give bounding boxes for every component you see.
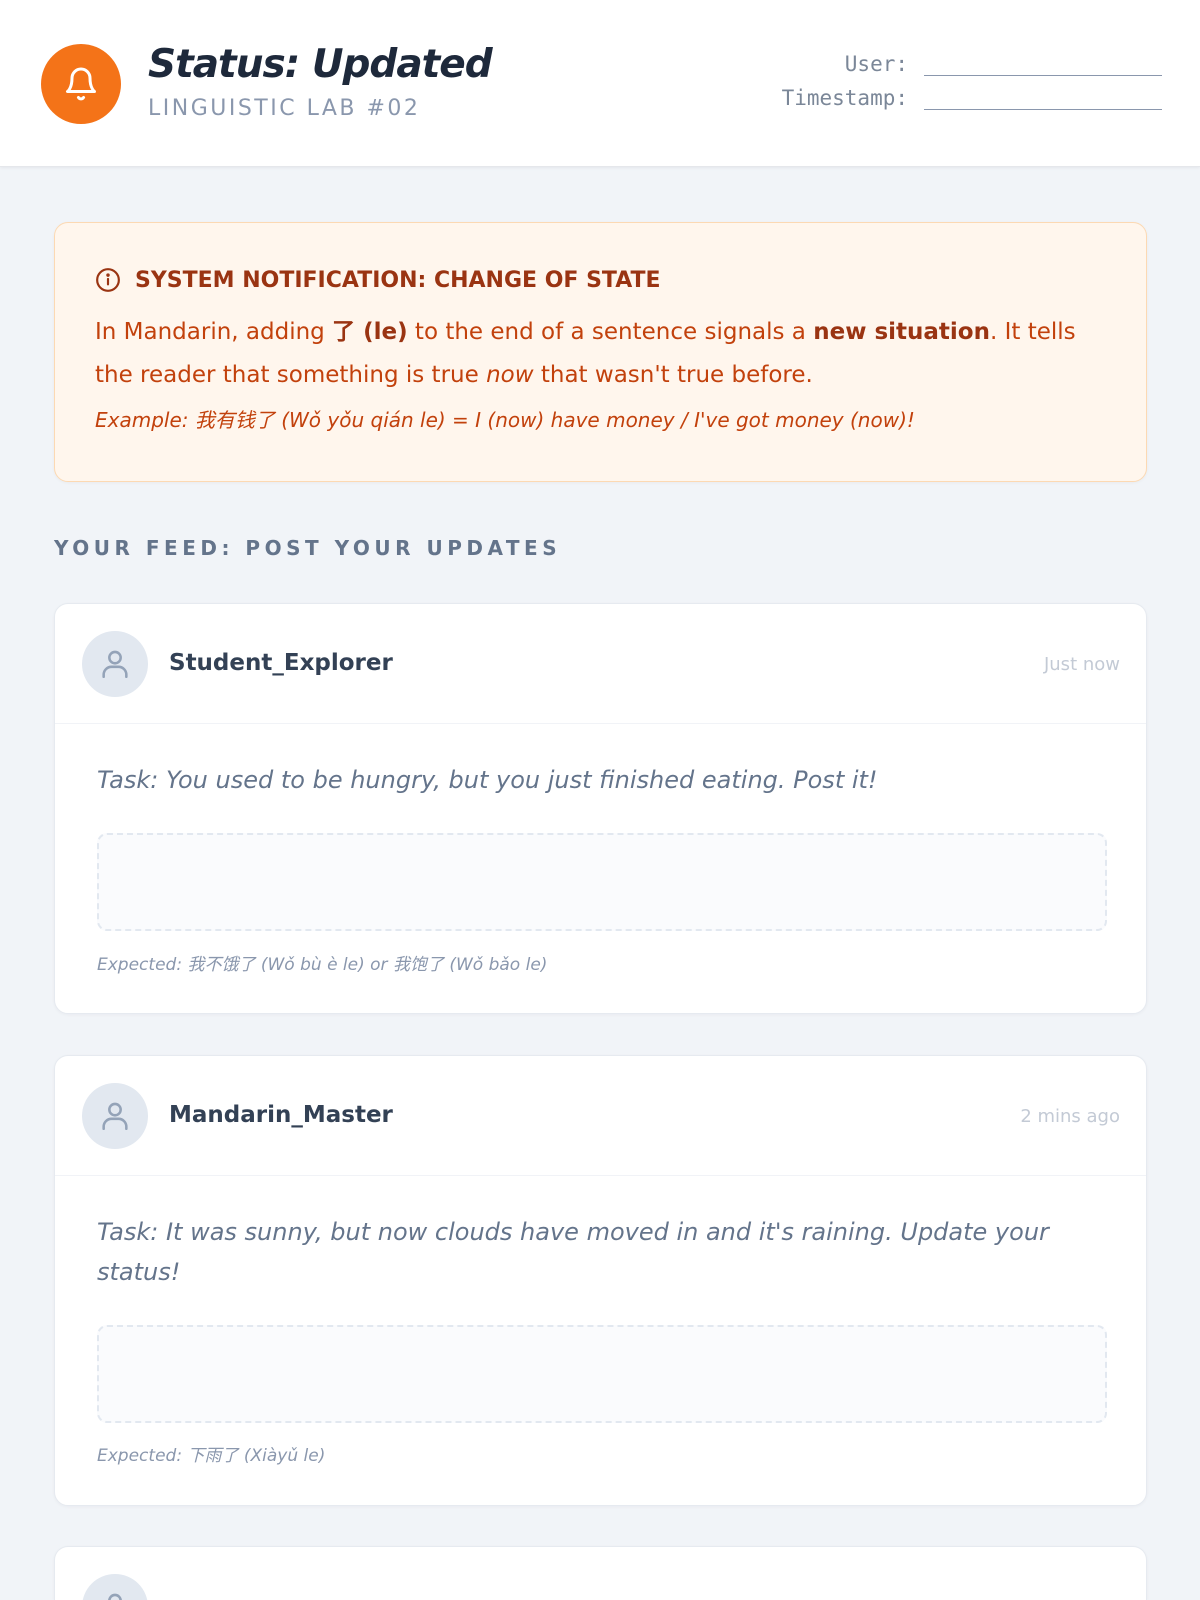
user-icon — [102, 1102, 128, 1131]
notification-text: that wasn't true before. — [533, 362, 813, 388]
expected-answer: Expected: 下雨了 (Xiàyǔ le) — [97, 1446, 326, 1466]
user-blank-line[interactable] — [924, 54, 1162, 76]
post-task: Task: It was sunny, but now clouds have … — [97, 1218, 1049, 1286]
post-username: Mandarin_Master — [169, 1102, 393, 1128]
post-card: Student_Explorer Just now Task: You used… — [54, 603, 1147, 1014]
user-label: User: — [844, 52, 908, 76]
page-header: Status: Updated LINGUISTIC LAB #02 User:… — [0, 0, 1200, 167]
info-icon — [96, 268, 120, 292]
user-icon — [102, 650, 128, 679]
post-username: Student_Explorer — [169, 650, 393, 676]
timestamp-blank-line[interactable] — [924, 88, 1162, 110]
timestamp-field: Timestamp: — [782, 86, 1162, 110]
feed-heading: YOUR FEED: POST YOUR UPDATES — [54, 536, 562, 560]
answer-input[interactable] — [97, 833, 1107, 931]
notification-body: In Mandarin, adding 了 (le) to the end of… — [95, 311, 1105, 397]
notification-text: to the end of a sentence signals a — [407, 319, 814, 345]
now-emphasis: now — [486, 362, 534, 388]
post-header: Student_Explorer Just now — [55, 604, 1146, 724]
post-card — [54, 1546, 1147, 1600]
notification-text: In Mandarin, adding — [95, 319, 333, 345]
user-field: User: — [845, 52, 1162, 76]
post-timestamp: Just now — [1043, 654, 1120, 675]
particle-le: 了 (le) — [332, 319, 408, 345]
post-header: Mandarin_Master 2 mins ago — [55, 1056, 1146, 1176]
avatar — [82, 1083, 148, 1149]
answer-input[interactable] — [97, 1325, 1107, 1423]
avatar — [82, 631, 148, 697]
bell-icon — [41, 44, 121, 124]
avatar — [82, 1574, 148, 1600]
timestamp-label: Timestamp: — [781, 86, 908, 110]
page-subtitle: LINGUISTIC LAB #02 — [148, 96, 421, 121]
notification-title: SYSTEM NOTIFICATION: CHANGE OF STATE — [135, 267, 661, 293]
expected-answer: Expected: 我不饿了 (Wǒ bù è le) or 我饱了 (Wǒ b… — [97, 955, 548, 975]
post-task: Task: You used to be hungry, but you jus… — [97, 766, 878, 794]
page-title: Status: Updated — [148, 42, 493, 87]
post-timestamp: 2 mins ago — [1020, 1106, 1120, 1127]
system-notification: SYSTEM NOTIFICATION: CHANGE OF STATE In … — [54, 222, 1147, 482]
notification-heading: SYSTEM NOTIFICATION: CHANGE OF STATE — [95, 267, 661, 293]
new-situation-highlight: new situation — [813, 319, 990, 345]
user-icon — [108, 1593, 122, 1600]
post-card: Mandarin_Master 2 mins ago Task: It was … — [54, 1055, 1147, 1506]
notification-example: Example: 我有钱了 (Wǒ yǒu qián le) = I (now)… — [95, 408, 915, 432]
